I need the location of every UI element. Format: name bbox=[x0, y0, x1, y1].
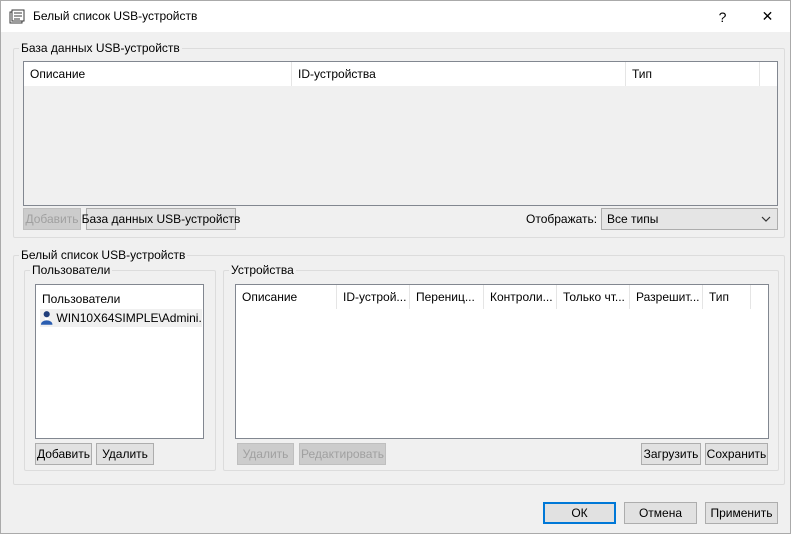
type-filter-select[interactable]: Все типы bbox=[601, 208, 778, 230]
user-icon bbox=[40, 311, 53, 325]
column-description[interactable]: Описание bbox=[24, 62, 292, 86]
db-group-title: База данных USB-устройств bbox=[19, 41, 182, 55]
devices-group-title: Устройства bbox=[229, 263, 296, 277]
db-device-list[interactable]: Описание ID-устройства Тип bbox=[23, 61, 778, 206]
column-control[interactable]: Контроли... bbox=[484, 285, 557, 309]
devices-edit-button[interactable]: Редактировать bbox=[299, 443, 386, 465]
users-add-button[interactable]: Добавить bbox=[35, 443, 92, 465]
devices-list[interactable]: Описание ID-устрой... Перениц... Контрол… bbox=[235, 284, 769, 439]
devices-delete-button[interactable]: Удалить bbox=[237, 443, 294, 465]
column-type[interactable]: Тип bbox=[703, 285, 751, 309]
column-description[interactable]: Описание bbox=[236, 285, 337, 309]
column-type[interactable]: Тип bbox=[626, 62, 760, 86]
title-bar: Белый список USB-устройств ? ✕ bbox=[1, 1, 790, 32]
apply-button[interactable]: Применить bbox=[705, 502, 778, 524]
users-list[interactable]: Пользователи WIN10X64SIMPLE\Admini... bbox=[35, 284, 204, 439]
type-filter-value: Все типы bbox=[607, 212, 659, 226]
close-button[interactable]: ✕ bbox=[745, 1, 790, 32]
column-allow[interactable]: Разрешит... bbox=[630, 285, 703, 309]
column-read-only[interactable]: Только чт... bbox=[557, 285, 630, 309]
db-list-header: Описание ID-устройства Тип bbox=[24, 62, 777, 86]
help-icon: ? bbox=[718, 8, 727, 25]
column-device-id[interactable]: ID-устройства bbox=[292, 62, 626, 86]
save-button[interactable]: Сохранить bbox=[705, 443, 768, 465]
list-item[interactable]: WIN10X64SIMPLE\Admini... bbox=[40, 309, 202, 327]
users-delete-button[interactable]: Удалить bbox=[96, 443, 154, 465]
whitelist-group-title: Белый список USB-устройств bbox=[19, 248, 188, 262]
window-title: Белый список USB-устройств bbox=[33, 9, 198, 23]
column-device-id[interactable]: ID-устрой... bbox=[337, 285, 410, 309]
usb-whitelist-icon bbox=[9, 9, 25, 24]
usb-database-button[interactable]: База данных USB-устройств bbox=[82, 208, 240, 230]
help-button[interactable]: ? bbox=[700, 1, 745, 32]
cancel-button[interactable]: Отмена bbox=[624, 502, 697, 524]
db-add-button[interactable]: Добавить bbox=[23, 208, 81, 230]
users-list-header: Пользователи bbox=[42, 292, 121, 306]
devices-list-header: Описание ID-устрой... Перениц... Контрол… bbox=[236, 285, 768, 309]
users-group-title: Пользователи bbox=[30, 263, 113, 277]
ok-button[interactable]: ОК bbox=[543, 502, 616, 524]
column-rename[interactable]: Перениц... bbox=[410, 285, 484, 309]
close-icon: ✕ bbox=[761, 8, 774, 24]
load-button[interactable]: Загрузить bbox=[641, 443, 701, 465]
dialog-window: Белый список USB-устройств ? ✕ База данн… bbox=[0, 0, 791, 534]
show-label: Отображать: bbox=[526, 212, 598, 226]
chevron-down-icon bbox=[761, 216, 771, 222]
user-name: WIN10X64SIMPLE\Admini... bbox=[56, 311, 202, 325]
